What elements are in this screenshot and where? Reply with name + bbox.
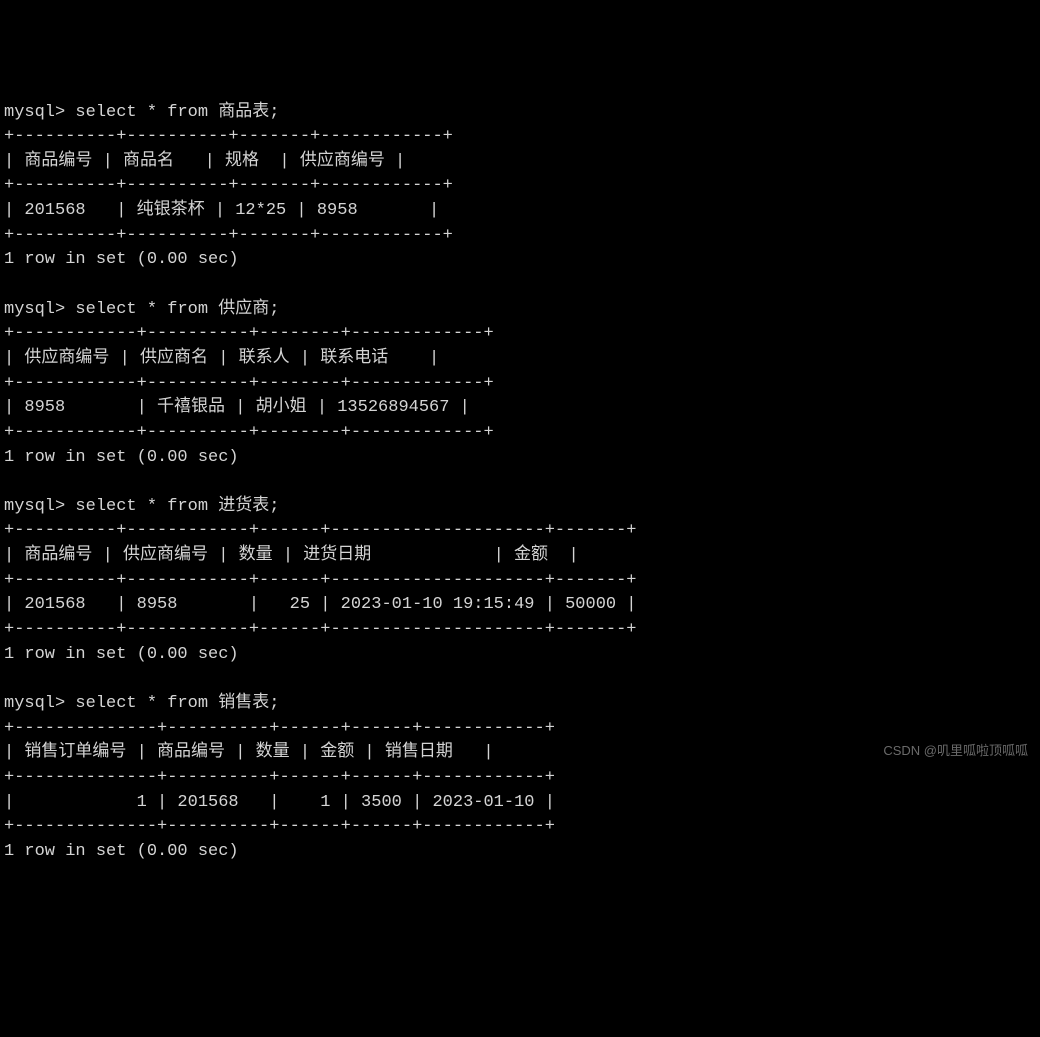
query-1-sep-mid: +----------+----------+-------+---------…	[4, 176, 453, 195]
watermark: CSDN @叽里呱啦顶呱呱	[883, 742, 1028, 761]
query-3-header: | 商品编号 | 供应商编号 | 数量 | 进货日期 | 金额 |	[4, 546, 579, 565]
query-3-sep-top: +----------+------------+------+--------…	[4, 521, 637, 540]
query-4-footer: 1 row in set (0.00 sec)	[4, 842, 239, 861]
query-4-row-1: | 1 | 201568 | 1 | 3500 | 2023-01-10 |	[4, 793, 555, 812]
query-4-header: | 销售订单编号 | 商品编号 | 数量 | 金额 | 销售日期 |	[4, 743, 494, 762]
query-3-command: select * from 进货表;	[75, 497, 279, 516]
query-2-sep-bot: +------------+----------+--------+------…	[4, 423, 494, 442]
query-3-sep-mid: +----------+------------+------+--------…	[4, 571, 637, 590]
query-4-sep-top: +--------------+----------+------+------…	[4, 719, 555, 738]
query-1-header: | 商品编号 | 商品名 | 规格 | 供应商编号 |	[4, 152, 405, 171]
prompt-4: mysql>	[4, 694, 75, 713]
query-2-sep-top: +------------+----------+--------+------…	[4, 324, 494, 343]
query-2-command: select * from 供应商;	[75, 300, 279, 319]
query-2-footer: 1 row in set (0.00 sec)	[4, 448, 239, 467]
query-1-command: select * from 商品表;	[75, 103, 279, 122]
query-3-row-1: | 201568 | 8958 | 25 | 2023-01-10 19:15:…	[4, 595, 637, 614]
query-4-sep-mid: +--------------+----------+------+------…	[4, 768, 555, 787]
query-1-sep-top: +----------+----------+-------+---------…	[4, 127, 453, 146]
query-4-command: select * from 销售表;	[75, 694, 279, 713]
query-1-footer: 1 row in set (0.00 sec)	[4, 250, 239, 269]
prompt-2: mysql>	[4, 300, 75, 319]
query-1-row-1: | 201568 | 纯银茶杯 | 12*25 | 8958 |	[4, 201, 439, 220]
query-2-row-1: | 8958 | 千禧银品 | 胡小姐 | 13526894567 |	[4, 398, 470, 417]
query-3-footer: 1 row in set (0.00 sec)	[4, 645, 239, 664]
query-2-sep-mid: +------------+----------+--------+------…	[4, 374, 494, 393]
query-4-sep-bot: +--------------+----------+------+------…	[4, 817, 555, 836]
query-2-header: | 供应商编号 | 供应商名 | 联系人 | 联系电话 |	[4, 349, 439, 368]
query-3-sep-bot: +----------+------------+------+--------…	[4, 620, 637, 639]
prompt-3: mysql>	[4, 497, 75, 516]
query-1-sep-bot: +----------+----------+-------+---------…	[4, 226, 453, 245]
prompt-1: mysql>	[4, 103, 75, 122]
mysql-terminal[interactable]: mysql> select * from 商品表; +----------+--…	[4, 101, 1036, 865]
